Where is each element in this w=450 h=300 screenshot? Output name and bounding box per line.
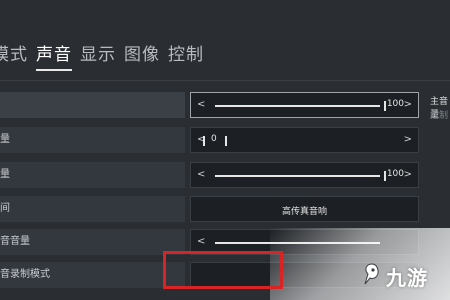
chevron-right-icon[interactable]: > (404, 134, 412, 145)
setting-label: 间 (0, 203, 10, 214)
tab-sound[interactable]: 声音 (36, 40, 72, 71)
slider-knob[interactable] (384, 171, 386, 181)
master-volume-slider[interactable]: < 100 > (190, 92, 419, 118)
header-divider (0, 80, 450, 81)
setting-label: 音录制模式 (0, 269, 50, 280)
setting-label: 量 (0, 169, 10, 180)
chevron-left-icon[interactable]: < (197, 236, 205, 247)
slider-knob[interactable] (225, 136, 227, 146)
tab-graphics[interactable]: 图像 (124, 40, 160, 65)
slider-bar-left (203, 136, 205, 146)
slider-track (215, 105, 380, 107)
watermark-text: 九游 (386, 265, 428, 290)
setting-row-master-volume[interactable]: < 100 > (0, 92, 425, 118)
slider-track (215, 175, 380, 177)
audio-mode-select[interactable]: 高传真音响 (190, 196, 419, 222)
slider-knob[interactable] (384, 101, 386, 111)
side-label-secondary: 控制 (430, 111, 449, 121)
tab-controls[interactable]: 控制 (168, 40, 204, 65)
select-value: 高传真音响 (281, 207, 327, 217)
tab-display[interactable]: 显示 (80, 40, 116, 65)
slider-value: 0 (211, 134, 217, 144)
volume-slider[interactable]: < 0 > (190, 127, 419, 153)
chevron-right-icon[interactable]: > (404, 169, 412, 180)
setting-row-volume-3[interactable]: 量 < 100 > (0, 162, 425, 188)
slider-value: 100 (386, 169, 404, 179)
setting-label: 量 (0, 134, 10, 145)
annotation-highlight-box (163, 251, 283, 289)
tab-mode[interactable]: 模式 (0, 40, 28, 65)
tab-bar: 模式 声音 显示 图像 控制 (0, 40, 212, 71)
setting-label: 音音量 (0, 236, 30, 247)
chevron-left-icon[interactable]: < (197, 169, 205, 180)
watermark-logo: 九游 (362, 258, 450, 294)
setting-row-audio-mode[interactable]: 间 高传真音响 (0, 196, 425, 222)
chevron-left-icon[interactable]: < (197, 99, 205, 110)
setting-row-volume-2[interactable]: 量 < 0 > (0, 127, 425, 153)
volume-slider[interactable]: < 100 > (190, 162, 419, 188)
chevron-right-icon[interactable]: > (404, 99, 412, 110)
setting-label (0, 92, 185, 118)
slider-value: 100 (386, 99, 404, 109)
fox-icon (362, 262, 382, 290)
